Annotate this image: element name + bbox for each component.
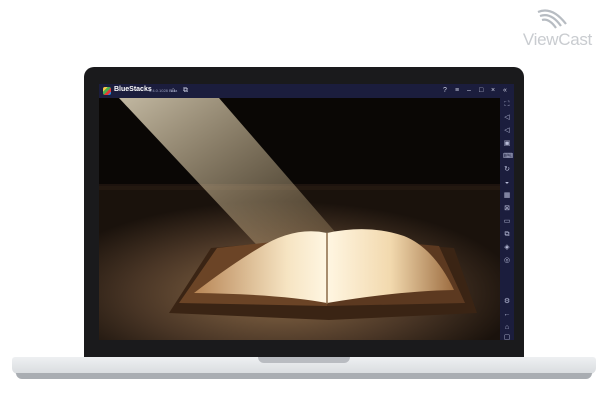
record-icon[interactable]: ⊠ <box>503 205 511 213</box>
screenshot-icon[interactable]: ▦ <box>503 192 511 200</box>
back-icon[interactable]: ← <box>503 311 511 319</box>
laptop-base-edge <box>16 373 592 379</box>
shake-icon[interactable]: ◒ <box>503 179 511 187</box>
recents-icon[interactable]: ▢ <box>503 334 511 340</box>
settings-icon[interactable]: ⚙ <box>503 298 511 306</box>
emulator-sidebar: ⛶ ◁ ◁ ▣ ⌨ ↻ ◒ ▦ ⊠ ▭ ⧉ ◈ ◎ ⚙ ← ⌂ ▢ <box>500 98 514 340</box>
folder-icon[interactable]: ▭ <box>503 218 511 226</box>
volume-up-icon[interactable]: ◁ <box>503 114 511 122</box>
app-name: BlueStacks <box>114 86 152 93</box>
app-content[interactable] <box>99 98 500 340</box>
viewcast-watermark: ViewCast <box>500 6 592 52</box>
title-bar: BlueStacks 5.4.0.1028 Beta ⌂ ⧉ ? ≡ – □ ×… <box>99 84 514 98</box>
eco-mode-icon[interactable]: ◎ <box>503 257 511 265</box>
signal-icon <box>537 9 567 29</box>
open-bible-image <box>99 98 500 340</box>
home-icon[interactable]: ⌂ <box>503 324 511 332</box>
laptop-notch <box>258 357 350 363</box>
media-icon[interactable]: ▣ <box>503 140 511 148</box>
collapse-sidebar-icon[interactable]: « <box>503 86 507 95</box>
multi-instance-icon[interactable]: ⧉ <box>183 86 188 95</box>
volume-down-icon[interactable]: ◁ <box>503 127 511 135</box>
close-icon[interactable]: × <box>491 86 495 95</box>
minimize-icon[interactable]: – <box>467 86 471 95</box>
rotate-icon[interactable]: ↻ <box>503 166 511 174</box>
emulator-window: BlueStacks 5.4.0.1028 Beta ⌂ ⧉ ? ≡ – □ ×… <box>99 84 514 340</box>
macro-icon[interactable]: ◈ <box>503 244 511 252</box>
menu-icon[interactable]: ≡ <box>455 86 459 95</box>
watermark-text: ViewCast <box>522 30 592 49</box>
help-icon[interactable]: ? <box>443 86 447 95</box>
fullscreen-icon[interactable]: ⛶ <box>503 101 511 109</box>
keyboard-icon[interactable]: ⌨ <box>503 153 513 161</box>
bluestacks-logo-icon <box>103 87 111 95</box>
maximize-icon[interactable]: □ <box>479 86 483 95</box>
apk-install-icon[interactable]: ⧉ <box>503 231 511 239</box>
home-icon[interactable]: ⌂ <box>171 86 175 95</box>
